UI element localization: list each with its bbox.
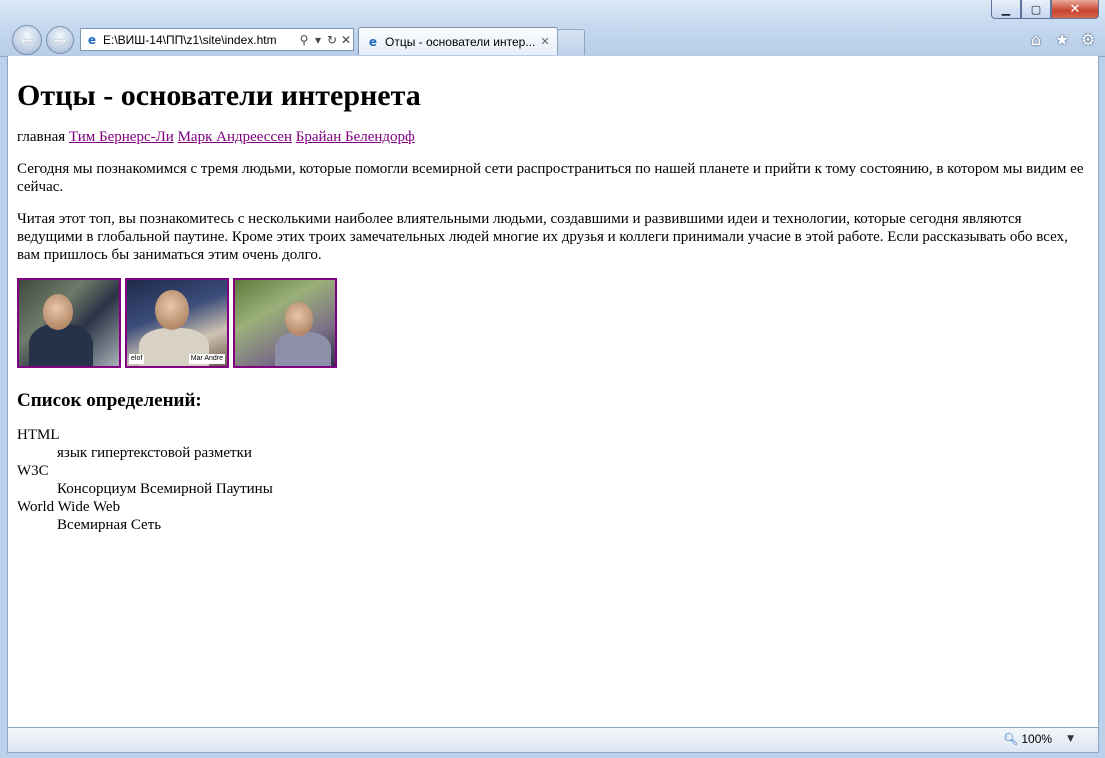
- photo-gallery: Mar Andre elof: [17, 278, 1089, 368]
- definition-term: W3C: [17, 463, 49, 479]
- settings-gear-icon[interactable]: ⚙: [1079, 30, 1097, 49]
- status-bar: 🔍︎ 100% ▼: [7, 727, 1099, 753]
- forward-button[interactable]: →: [46, 26, 74, 54]
- nav-link-behlendorf[interactable]: Брайан Белендорф: [296, 129, 415, 145]
- site-nav: главная Тим Бернерс-Ли Марк Андреессен Б…: [17, 128, 1089, 146]
- nav-link-andreessen[interactable]: Марк Андреессен: [178, 129, 292, 145]
- definition-description: язык гипертекстовой разметки: [57, 445, 252, 461]
- back-button[interactable]: ←: [12, 25, 42, 55]
- photo-face: [43, 294, 73, 330]
- zoom-control[interactable]: 🔍︎ 100% ▼: [1003, 732, 1074, 746]
- ie-page-icon: e: [87, 32, 97, 47]
- zoom-level: 100%: [1021, 732, 1053, 746]
- ie-tab-icon: e: [368, 34, 378, 49]
- photo-face: [285, 302, 313, 336]
- tab-title: Отцы - основатели интер...: [385, 34, 536, 49]
- definition-description: Консорциум Всемирной Паутины: [57, 481, 273, 497]
- definitions-heading: Список определений:: [17, 390, 202, 411]
- photo-figure: [275, 332, 331, 366]
- nav-link-berners-lee[interactable]: Тим Бернерс-Ли: [69, 129, 174, 145]
- back-arrow-icon: ←: [20, 30, 34, 50]
- new-tab-button[interactable]: [557, 29, 585, 55]
- photo-andreessen[interactable]: Mar Andre elof: [125, 278, 229, 368]
- photo-face: [155, 290, 189, 330]
- definition-description: Всемирная Сеть: [57, 517, 162, 533]
- intro-paragraph: Сегодня мы познакомимся с тремя людьми, …: [17, 161, 1084, 195]
- definition-term: HTML: [17, 427, 60, 443]
- body-paragraph: Читая этот топ, вы познакомитесь с неско…: [17, 211, 1068, 263]
- zoom-magnifier-icon: 🔍︎: [1003, 732, 1019, 746]
- favorites-star-icon[interactable]: ★: [1053, 30, 1071, 49]
- tab-close-icon[interactable]: ✕: [537, 35, 553, 48]
- refresh-icon[interactable]: ↻: [325, 33, 339, 47]
- close-icon[interactable]: ✕: [1051, 0, 1099, 19]
- photo-behlendorf[interactable]: [233, 278, 337, 368]
- photo-figure: [29, 324, 93, 366]
- photo-caption-left: elof: [129, 354, 145, 364]
- window-controls: ▁ ▢ ✕: [991, 0, 1099, 19]
- maximize-icon[interactable]: ▢: [1021, 0, 1051, 19]
- address-bar[interactable]: e E:\ВИШ-14\ПП\z1\site\index.htm ⚲ ▾ ↻ ✕: [80, 28, 354, 51]
- toolbar-right: ⌂ ★ ⚙: [1027, 30, 1097, 49]
- stop-icon[interactable]: ✕: [339, 33, 353, 47]
- page-title: Отцы - основатели интернета: [17, 79, 421, 112]
- definition-term: World Wide Web: [17, 499, 121, 515]
- photo-berners-lee[interactable]: [17, 278, 121, 368]
- minimize-icon[interactable]: ▁: [991, 0, 1021, 19]
- page-content: Отцы - основатели интернета главная Тим …: [8, 78, 1098, 534]
- page-viewport[interactable]: Отцы - основатели интернета главная Тим …: [7, 56, 1099, 727]
- nav-current: главная: [17, 129, 66, 145]
- browser-chrome: ▁ ▢ ✕ ← → e E:\ВИШ-14\ПП\z1\site\index.h…: [0, 0, 1105, 57]
- photo-caption: Mar Andre: [188, 354, 225, 364]
- tab-active[interactable]: e Отцы - основатели интер... ✕: [358, 27, 558, 55]
- dropdown-arrow-icon[interactable]: ▾: [311, 33, 325, 47]
- search-icon[interactable]: ⚲: [297, 33, 311, 47]
- zoom-dropdown-icon[interactable]: ▼: [1067, 734, 1074, 744]
- address-url[interactable]: E:\ВИШ-14\ПП\z1\site\index.htm: [103, 33, 297, 47]
- forward-arrow-icon: →: [53, 30, 67, 50]
- definition-list: HTML язык гипертекстовой разметки W3C Ко…: [17, 426, 1089, 534]
- home-icon[interactable]: ⌂: [1027, 30, 1045, 49]
